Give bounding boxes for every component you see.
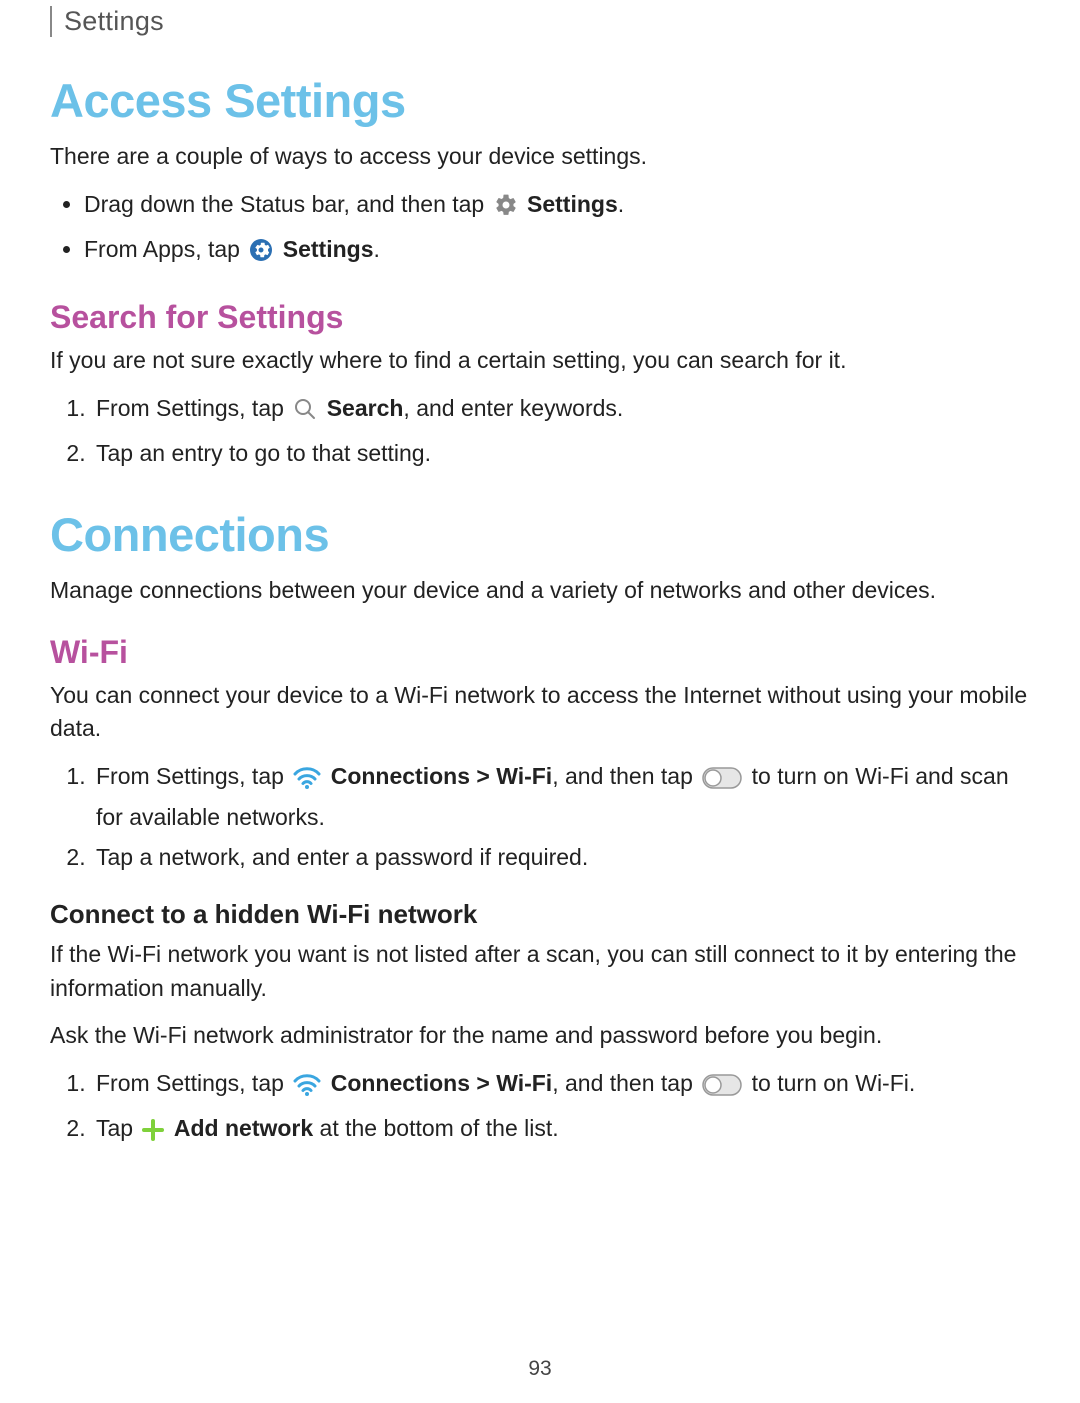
wifi-icon [293,764,321,800]
list-item: From Settings, tap Search, and enter key… [92,391,1030,432]
list-item: From Settings, tap Connections > Wi-Fi, … [92,1066,1030,1107]
plus-icon [142,1116,164,1152]
hidden-intro: If the Wi-Fi network you want is not lis… [50,938,1030,1005]
search-icon [293,396,317,432]
access-bullets: Drag down the Status bar, and then tap S… [50,187,1030,272]
text: at the bottom of the list. [313,1115,558,1141]
text: to turn on Wi-Fi. [752,1070,916,1096]
list-item: Tap Add network at the bottom of the lis… [92,1111,1030,1152]
breadcrumb-text: Settings [64,6,164,36]
wifi-icon [293,1071,321,1107]
list-item: Drag down the Status bar, and then tap S… [84,187,1030,228]
text: , and then tap [552,1070,699,1096]
bold-text: Add network [174,1115,313,1141]
heading-connections: Connections [50,507,1030,562]
bold-text: Settings [527,191,618,217]
gear-icon [494,192,518,228]
heading-search-settings: Search for Settings [50,299,1030,336]
text: From Settings, tap [96,395,290,421]
settings-app-icon [249,237,273,273]
text: . [373,236,379,262]
bold-text: Connections > Wi-Fi [331,763,553,789]
list-item: Tap an entry to go to that setting. [92,436,1030,472]
hidden-steps: From Settings, tap Connections > Wi-Fi, … [50,1066,1030,1151]
toggle-off-icon [702,1071,742,1107]
text: . [618,191,624,217]
wifi-intro: You can connect your device to a Wi-Fi n… [50,679,1030,746]
list-item: From Settings, tap Connections > Wi-Fi, … [92,759,1030,835]
bold-text: Connections > Wi-Fi [331,1070,553,1096]
heading-hidden-wifi: Connect to a hidden Wi-Fi network [50,899,1030,930]
access-intro: There are a couple of ways to access you… [50,140,1030,173]
hidden-note: Ask the Wi-Fi network administrator for … [50,1019,1030,1052]
text: From Settings, tap [96,763,290,789]
bold-text: Search [327,395,404,421]
breadcrumb: Settings [50,6,1030,37]
toggle-off-icon [702,764,742,800]
text: From Settings, tap [96,1070,290,1096]
page-number: 93 [0,1357,1080,1381]
text: From Apps, tap [84,236,246,262]
search-intro: If you are not sure exactly where to fin… [50,344,1030,377]
heading-wifi: Wi-Fi [50,634,1030,671]
list-item: Tap a network, and enter a password if r… [92,840,1030,876]
connections-intro: Manage connections between your device a… [50,574,1030,607]
heading-access-settings: Access Settings [50,73,1030,128]
bold-text: Settings [283,236,374,262]
text: , and enter keywords. [403,395,623,421]
list-item: From Apps, tap Settings. [84,232,1030,273]
search-steps: From Settings, tap Search, and enter key… [50,391,1030,471]
wifi-steps: From Settings, tap Connections > Wi-Fi, … [50,759,1030,875]
text: Drag down the Status bar, and then tap [84,191,491,217]
text: Tap [96,1115,139,1141]
text: , and then tap [552,763,699,789]
